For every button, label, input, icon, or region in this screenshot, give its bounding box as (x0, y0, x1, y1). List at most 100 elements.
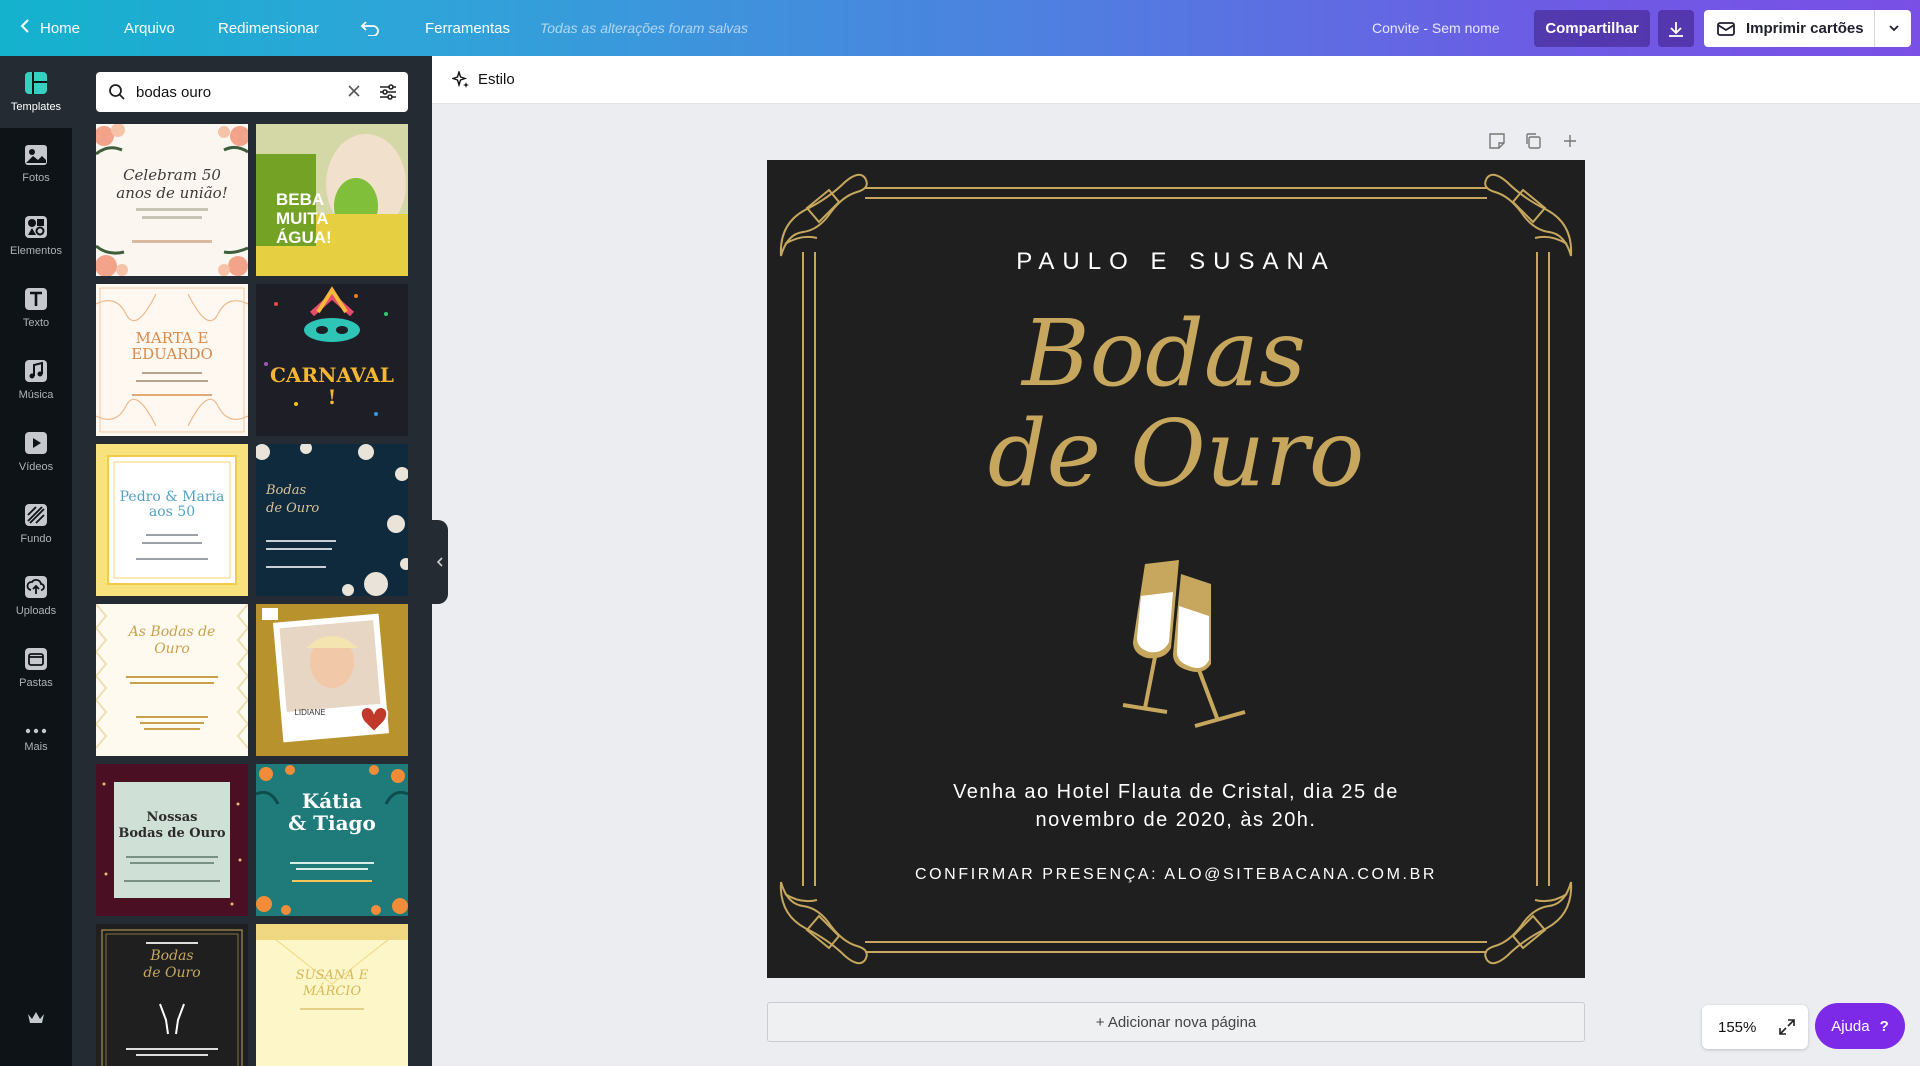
mask-decoration (264, 286, 388, 416)
template-thumbnail[interactable]: Bodas de Ouro (96, 924, 248, 1066)
help-button[interactable]: Ajuda ? (1815, 1003, 1905, 1049)
file-menu[interactable]: Arquivo (124, 0, 175, 56)
polaroid-decoration (256, 604, 408, 756)
rail-label: Fundo (20, 533, 52, 545)
template-thumbnail[interactable]: Kátia & Tiago (256, 764, 408, 916)
champagne-glasses-icon (1122, 560, 1246, 728)
template-thumbnail[interactable]: Bodas de Ouro (256, 444, 408, 596)
save-status: Todas as alterações foram salvas (540, 20, 749, 36)
template-title: EDUARDO (131, 345, 213, 363)
envelope-icon (1716, 20, 1736, 38)
search-icon (108, 83, 126, 101)
chevron-left-icon (436, 557, 443, 567)
chevron-left-icon (20, 18, 30, 39)
template-title: anos de união! (116, 184, 228, 202)
download-button[interactable] (1658, 10, 1694, 47)
rail-item-photos[interactable]: Fotos (0, 128, 72, 200)
rail-item-uploads[interactable]: Uploads (0, 560, 72, 632)
duplicate-page-icon[interactable] (1524, 132, 1546, 154)
rail-label: Templates (10, 101, 62, 113)
template-title: Kátia (301, 789, 363, 813)
rail-item-templates[interactable]: Templates (0, 56, 72, 128)
collapse-panel-button[interactable] (432, 520, 448, 604)
template-thumbnail[interactable]: Nossas Bodas de Ouro (96, 764, 248, 916)
photos-icon (25, 145, 47, 165)
crown-button[interactable] (0, 996, 72, 1040)
template-thumbnail[interactable]: MARTA E EDUARDO (96, 284, 248, 436)
template-thumbnail[interactable]: As Bodas de Ouro (96, 604, 248, 756)
fullscreen-icon[interactable] (1778, 1018, 1796, 1040)
rail-label: Mais (24, 741, 48, 753)
help-label: Ajuda (1831, 1017, 1870, 1035)
floral-decoration (256, 765, 408, 915)
undo-icon[interactable] (360, 0, 380, 56)
top-bar: Home Arquivo Redimensionar Ferramentas T… (0, 0, 1920, 56)
template-title: Bodas de Ouro (118, 826, 226, 841)
search-bar (96, 72, 408, 112)
document-name[interactable]: Convite - Sem nome (1372, 0, 1500, 56)
add-page-icon[interactable] (1561, 132, 1583, 154)
title-line-2[interactable]: de Ouro (767, 400, 1585, 507)
share-button[interactable]: Compartilhar (1534, 10, 1650, 47)
template-title: de Ouro (266, 501, 320, 516)
template-title: CARNAVAL (270, 363, 394, 387)
style-label: Estilo (478, 71, 515, 88)
rail-label: Música (18, 389, 54, 401)
template-title: & Tiago (288, 811, 376, 835)
template-title: MÁRCIO (302, 984, 362, 999)
rail-item-more[interactable]: Mais (0, 704, 72, 776)
rail-item-folders[interactable]: Pastas (0, 632, 72, 704)
template-title: LIDIANE (294, 708, 326, 717)
template-title: Celebram 50 (123, 166, 221, 184)
event-details[interactable]: Venha ao Hotel Flauta de Cristal, dia 25… (917, 778, 1435, 834)
style-button[interactable]: Estilo (452, 70, 515, 89)
template-thumbnail[interactable]: LIDIANE (256, 604, 408, 756)
home-label: Home (40, 19, 81, 37)
home-button[interactable]: Home (20, 0, 80, 56)
template-title: aos 50 (148, 504, 196, 520)
notes-icon[interactable] (1488, 132, 1510, 154)
music-icon (25, 360, 47, 382)
rail-item-videos[interactable]: Vídeos (0, 416, 72, 488)
template-thumbnail[interactable]: SUSANA E MÁRCIO (256, 924, 408, 1066)
chevron-down-icon[interactable] (1887, 20, 1901, 40)
rail-item-music[interactable]: Música (0, 344, 72, 416)
couple-names[interactable]: PAULO E SUSANA (767, 248, 1585, 276)
rail-label: Fotos (22, 172, 50, 184)
frame-decoration (107, 455, 237, 585)
more-icon (25, 728, 47, 734)
template-thumbnail[interactable]: Celebram 50 anos de união! (96, 124, 248, 276)
zoom-level: 155% (1718, 1018, 1757, 1036)
rail-label: Elementos (10, 245, 62, 257)
search-input[interactable] (136, 83, 336, 101)
sparkle-icon (452, 70, 469, 88)
template-title: Bodas (150, 948, 194, 964)
clear-icon[interactable] (346, 83, 362, 104)
folder-icon (25, 648, 47, 670)
filter-icon[interactable] (378, 82, 398, 107)
crown-icon (28, 1012, 44, 1023)
rail-label: Texto (22, 317, 50, 329)
rail-item-text[interactable]: Texto (0, 272, 72, 344)
title-line-1[interactable]: Bodas (767, 300, 1573, 407)
rail-item-elements[interactable]: Elementos (0, 200, 72, 272)
print-cards-button[interactable]: Imprimir cartões (1704, 10, 1911, 47)
template-thumbnail[interactable]: Pedro & Maria aos 50 (96, 444, 248, 596)
resize-menu[interactable]: Redimensionar (218, 0, 319, 56)
template-title: Pedro & Maria (119, 489, 225, 505)
rail-label: Pastas (19, 677, 53, 689)
side-rail: Templates Fotos Elementos Texto Música V… (0, 56, 72, 1066)
template-thumbnail[interactable]: CARNAVAL ! (256, 284, 408, 436)
design-canvas[interactable]: PAULO E SUSANA Bodas de Ouro Venha ao Ho… (767, 160, 1585, 978)
upload-icon (25, 576, 47, 598)
tools-menu[interactable]: Ferramentas (425, 0, 510, 56)
add-new-page-button[interactable]: + Adicionar nova página (767, 1002, 1585, 1042)
zoom-control[interactable]: 155% (1702, 1005, 1808, 1049)
rsvp-text[interactable]: CONFIRMAR PRESENÇA: ALO@SITEBACANA.COM.B… (767, 866, 1585, 884)
template-title: SUSANA E (295, 968, 369, 983)
template-thumbnail[interactable]: BEBA MUITA ÁGUA! (256, 124, 408, 276)
rail-item-background[interactable]: Fundo (0, 488, 72, 560)
templates-panel: Celebram 50 anos de união! BEBA MUITA ÁG… (72, 56, 432, 1066)
template-title: de Ouro (143, 965, 201, 981)
template-title: Nossas (146, 810, 198, 825)
